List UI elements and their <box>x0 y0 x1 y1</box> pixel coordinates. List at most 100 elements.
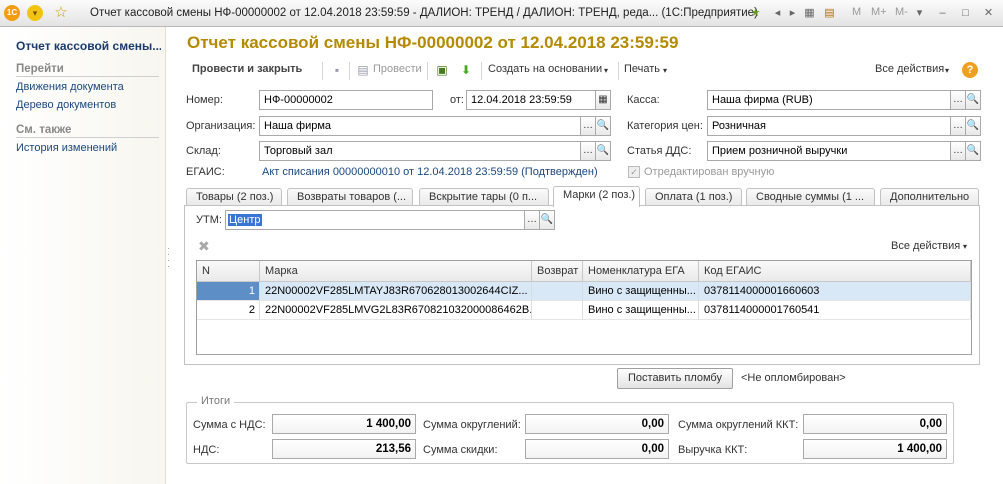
tab-payment[interactable]: Оплата (1 поз.) <box>645 188 742 206</box>
number-field[interactable]: НФ-00000002 <box>259 90 433 110</box>
dropdown-icon[interactable]: ▾ <box>912 6 927 21</box>
table-cell-n[interactable]: 1 <box>197 282 260 301</box>
set-seal-button[interactable]: Поставить пломбу <box>617 368 733 389</box>
table-cell-return[interactable] <box>532 301 583 320</box>
toolbar-separator <box>481 62 482 80</box>
table-cell-return[interactable] <box>532 282 583 301</box>
window-title: Отчет кассовой смены НФ-00000002 от 12.0… <box>90 7 758 19</box>
egais-link[interactable]: Акт списания 00000000010 от 12.04.2018 2… <box>262 166 598 178</box>
discount-field[interactable]: 0,00 <box>525 439 669 459</box>
marks-table[interactable]: N Марка Возврат Номенклатура ЕГА Код ЕГА… <box>196 260 972 355</box>
table-cell-n[interactable]: 2 <box>197 301 260 320</box>
table-cell-mark[interactable]: 22N00002VF285LMTAYJ83R670628013002644CIZ… <box>260 282 532 301</box>
calendar-icon[interactable]: ▤ <box>822 6 837 21</box>
table-cell-nomenclature[interactable]: Вино с защищенны... <box>583 282 699 301</box>
tab-summary[interactable]: Сводные суммы (1 ... <box>746 188 875 206</box>
cash-select-icon[interactable]: … <box>950 90 966 110</box>
dds-select-icon[interactable]: … <box>950 141 966 161</box>
tab-returns[interactable]: Возвраты товаров (... <box>287 188 413 206</box>
sidebar-title[interactable]: Отчет кассовой смены... <box>16 39 161 53</box>
save-icon[interactable]: ▪ <box>330 63 344 77</box>
warehouse-field[interactable]: Торговый зал <box>259 141 581 161</box>
organization-label: Организация: <box>186 120 256 132</box>
column-header-code[interactable]: Код ЕГАИС <box>699 261 971 282</box>
help-icon[interactable]: ? <box>962 62 978 78</box>
sidebar-goto-heading: Перейти <box>16 63 159 77</box>
calculator-icon[interactable]: ▦ <box>802 6 817 21</box>
all-actions-button[interactable]: Все действия <box>875 63 944 75</box>
main-menu-icon[interactable]: ▾ <box>27 5 43 21</box>
vat-field[interactable]: 213,56 <box>272 439 416 459</box>
table-cell-mark[interactable]: 22N00002VF285LMVG2L83R670821032000086462… <box>260 301 532 320</box>
price-category-select-icon[interactable]: … <box>950 116 966 136</box>
kkt-rounding-label: Сумма округлений ККТ: <box>678 419 799 431</box>
utm-field[interactable]: Центр <box>225 210 525 230</box>
maximize-icon[interactable]: □ <box>958 6 973 21</box>
table-cell-code[interactable]: 0378114000001660603 <box>699 282 971 301</box>
favorite-star-icon[interactable]: ☆ <box>53 5 69 21</box>
forward-icon[interactable]: ▸ <box>785 6 800 21</box>
clipboard-icon[interactable]: ▣ <box>435 63 449 77</box>
edited-manually-checkbox[interactable]: ✓ <box>628 166 640 178</box>
toolbar-separator <box>618 62 619 80</box>
app-logo-icon[interactable]: 1С <box>4 5 20 21</box>
delete-icon[interactable]: ✖ <box>198 239 210 253</box>
post-button[interactable]: Провести <box>373 63 422 75</box>
calendar-picker-icon[interactable]: ▦ <box>595 90 611 110</box>
toolbar-separator <box>322 62 323 80</box>
back-icon[interactable]: ◂ <box>770 6 785 21</box>
dds-open-icon[interactable]: 🔍 <box>965 141 981 161</box>
edited-manually-label: Отредактирован вручную <box>644 166 775 178</box>
warehouse-select-icon[interactable]: … <box>580 141 596 161</box>
price-category-open-icon[interactable]: 🔍 <box>965 116 981 136</box>
kkt-rounding-field[interactable]: 0,00 <box>803 414 947 434</box>
print-button[interactable]: Печать <box>624 63 660 75</box>
table-cell-nomenclature[interactable]: Вино с защищенны... <box>583 301 699 320</box>
dds-label: Статья ДДС: <box>627 145 692 157</box>
dds-field[interactable]: Прием розничной выручки <box>707 141 951 161</box>
sidebar-item-history[interactable]: История изменений <box>16 142 117 154</box>
create-based-chevron-icon[interactable]: ▾ <box>604 66 608 75</box>
column-header-n[interactable]: N <box>197 261 260 282</box>
number-label: Номер: <box>186 94 223 106</box>
tab-goods[interactable]: Товары (2 поз.) <box>186 188 282 206</box>
column-header-return[interactable]: Возврат <box>532 261 583 282</box>
close-icon[interactable]: ✕ <box>981 6 996 21</box>
post-close-button[interactable]: Провести и закрыть <box>192 63 302 75</box>
tab-container-opening[interactable]: Вскрытие тары (0 п... <box>419 188 549 206</box>
memory-plus-button[interactable]: M+ <box>871 6 887 18</box>
sidebar-item-movements[interactable]: Движения документа <box>16 81 124 93</box>
tab-marks[interactable]: Марки (2 поз.) <box>553 186 640 207</box>
utm-select-icon[interactable]: … <box>524 210 540 230</box>
memory-minus-button[interactable]: M- <box>895 6 908 18</box>
column-header-nomenclature[interactable]: Номенклатура ЕГА <box>583 261 699 282</box>
utm-open-icon[interactable]: 🔍 <box>539 210 555 230</box>
price-category-label: Категория цен: <box>627 120 703 132</box>
minimize-icon[interactable]: – <box>935 6 950 21</box>
marks-all-actions-button[interactable]: Все действия <box>891 240 960 252</box>
all-actions-chevron-icon[interactable]: ▾ <box>945 66 949 75</box>
warehouse-open-icon[interactable]: 🔍 <box>595 141 611 161</box>
cash-field[interactable]: Наша фирма (RUB) <box>707 90 951 110</box>
create-based-button[interactable]: Создать на основании <box>488 63 602 75</box>
marks-all-actions-chevron-icon[interactable]: ▾ <box>963 242 967 251</box>
print-chevron-icon[interactable]: ▾ <box>663 66 667 75</box>
kkt-revenue-field[interactable]: 1 400,00 <box>803 439 947 459</box>
organization-field[interactable]: Наша фирма <box>259 116 581 136</box>
tab-additional[interactable]: Дополнительно <box>880 188 979 206</box>
rounding-field[interactable]: 0,00 <box>525 414 669 434</box>
post-icon[interactable]: ▤ <box>356 63 370 77</box>
table-cell-code[interactable]: 0378114000001760541 <box>699 301 971 320</box>
column-header-mark[interactable]: Марка <box>260 261 532 282</box>
cash-open-icon[interactable]: 🔍 <box>965 90 981 110</box>
memory-button[interactable]: M <box>852 6 861 18</box>
sidebar-item-doc-tree[interactable]: Дерево документов <box>16 99 116 111</box>
organization-open-icon[interactable]: 🔍 <box>595 116 611 136</box>
sum-vat-field[interactable]: 1 400,00 <box>272 414 416 434</box>
price-category-field[interactable]: Розничная <box>707 116 951 136</box>
add-favorite-icon[interactable]: ★ <box>748 6 763 21</box>
organization-select-icon[interactable]: … <box>580 116 596 136</box>
date-field[interactable]: 12.04.2018 23:59:59 <box>466 90 596 110</box>
panel-resize-handle[interactable]: · · · · <box>167 244 171 271</box>
download-icon[interactable]: ⬇ <box>459 63 473 77</box>
